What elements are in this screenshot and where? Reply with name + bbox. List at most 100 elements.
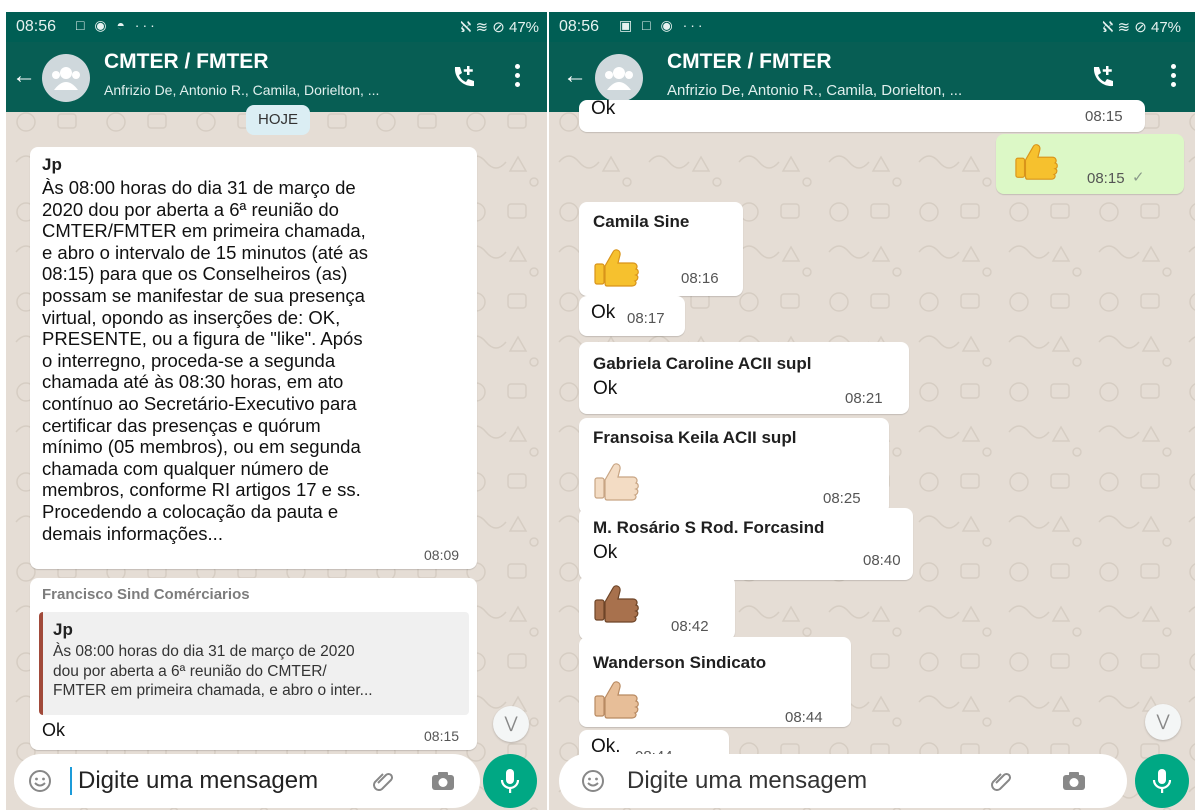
emoji-icon[interactable]: [28, 769, 52, 793]
notification-icons: □ ◉ ◓ ···: [76, 17, 158, 33]
message-line: certificar das presenças e quórum: [42, 414, 321, 436]
chat-header: ← CMTER / FMTER Anfrizio De, Antonio R.,…: [6, 42, 547, 112]
message-line: virtual, opondo as inserções de: OK,: [42, 306, 341, 328]
status-time: 08:56: [559, 18, 600, 35]
message-line: CMTER/FMTER em primeira chamada,: [42, 220, 366, 242]
back-arrow-icon[interactable]: ←: [563, 64, 587, 88]
message-text: Ok: [593, 542, 618, 563]
message-bubble-francisco[interactable]: Francisco Sind Comérciarios Jp Às 08:00 …: [30, 578, 477, 750]
thumbs-up-icon: [1015, 144, 1058, 180]
message-time: 08:21: [845, 390, 883, 407]
message-sender: Gabriela Caroline ACII supl: [593, 354, 812, 373]
sent-tick-icon: ✓: [1132, 169, 1145, 186]
message-time: 08:25: [823, 490, 861, 507]
message-input[interactable]: Digite uma mensagem: [78, 767, 318, 795]
more-options-icon[interactable]: [515, 64, 521, 91]
quoted-line: Às 08:00 horas do dia 31 de março de 202…: [53, 643, 355, 660]
message-bubble[interactable]: 08:42: [579, 576, 735, 640]
date-chip: HOJE: [246, 105, 310, 135]
message-line: demais informações...: [42, 522, 223, 544]
message-line: contínuo ao Secretário-Executivo para: [42, 392, 357, 414]
more-options-icon[interactable]: [1171, 64, 1177, 91]
right-screen: 08:56 ▣ □ ◉ ··· ℵ ≋ ⊘ 47% ← CMTER / FMTE…: [549, 12, 1195, 810]
message-text: Ok: [42, 720, 66, 740]
camera-icon[interactable]: [1061, 769, 1087, 793]
status-bar: 08:56 ▣ □ ◉ ··· ℵ ≋ ⊘ 47%: [549, 12, 1195, 42]
quoted-line: FMTER em primeira chamada, e abro o inte…: [53, 682, 373, 699]
message-line: PRESENTE, ou a figura de "like". Após: [42, 328, 363, 350]
message-line: chamada até às 08:30 horas, em ato: [42, 371, 344, 393]
message-time: 08:17: [627, 310, 665, 327]
message-time: 08:44: [785, 709, 823, 726]
left-screen: 08:56 □ ◉ ◓ ··· ℵ ≋ ⊘ 47% ← CMTER / FMTE…: [6, 12, 547, 810]
message-bubble[interactable]: Gabriela Caroline ACII supl Ok 08:21: [579, 342, 909, 414]
message-bubble[interactable]: Ok 08:17: [579, 296, 685, 336]
message-line: Procedendo a colocação da pauta e: [42, 500, 339, 522]
message-time: 08:15: [1087, 170, 1125, 187]
message-text: Ok: [593, 378, 618, 399]
message-sender: Jp: [42, 155, 62, 174]
message-input-bar[interactable]: Digite uma mensagem: [14, 754, 480, 808]
thumbs-up-icon: [594, 463, 639, 501]
message-text: Ok: [591, 98, 616, 119]
emoji-icon[interactable]: [581, 769, 605, 793]
thumbs-up-icon: [594, 681, 639, 719]
status-bar: 08:56 □ ◉ ◓ ··· ℵ ≋ ⊘ 47%: [6, 12, 547, 42]
message-sender: Francisco Sind Comérciarios: [42, 586, 250, 603]
message-time: 08:40: [863, 552, 901, 569]
message-time: 08:42: [671, 618, 709, 635]
status-right: ℵ ≋ ⊘ 47%: [1102, 19, 1181, 36]
message-line: membros, conforme RI artigos 17 e ss.: [42, 479, 361, 501]
message-time: 08:15: [424, 728, 460, 744]
message-time: 08:15: [1085, 108, 1123, 125]
message-text: Ok: [591, 302, 616, 323]
message-input[interactable]: Digite uma mensagem: [627, 767, 867, 795]
group-avatar-icon[interactable]: [42, 54, 90, 102]
message-line: 08:15) para que os Conselheiros (as): [42, 263, 348, 285]
message-bubble[interactable]: M. Rosário S Rod. Forcasind Ok 08:40: [579, 508, 913, 580]
microphone-button[interactable]: [483, 754, 537, 808]
message-line: possam se manifestar de sua presença: [42, 284, 365, 306]
message-line: 2020 dou por aberta a 6ª reunião do: [42, 198, 339, 220]
message-sender: Camila Sine: [593, 212, 690, 231]
chat-title[interactable]: CMTER / FMTER: [104, 50, 268, 74]
attach-icon[interactable]: [989, 769, 1015, 793]
message-line: Às 08:00 horas do dia 31 de março de: [42, 177, 356, 198]
quoted-message[interactable]: Jp Às 08:00 horas do dia 31 de março de …: [39, 612, 469, 715]
chat-participants[interactable]: Anfrizio De, Antonio R., Camila, Dorielt…: [104, 82, 379, 98]
scroll-down-icon[interactable]: ⋁: [1145, 704, 1181, 740]
camera-icon[interactable]: [430, 769, 456, 793]
chat-title[interactable]: CMTER / FMTER: [667, 50, 831, 74]
attach-icon[interactable]: [372, 769, 396, 793]
message-line: mínimo (05 membros), ou em segunda: [42, 436, 361, 458]
add-call-icon[interactable]: [1089, 64, 1115, 90]
message-input-bar[interactable]: Digite uma mensagem: [559, 754, 1127, 808]
scroll-down-icon[interactable]: ⋁: [493, 706, 529, 742]
status-time: 08:56: [16, 18, 57, 35]
chat-participants[interactable]: Anfrizio De, Antonio R., Camila, Dorielt…: [667, 82, 962, 99]
message-sender: Fransoisa Keila ACII supl: [593, 428, 797, 447]
message-line: chamada com qualquer número de: [42, 457, 329, 479]
add-call-icon[interactable]: [450, 64, 476, 90]
message-sender: M. Rosário S Rod. Forcasind: [593, 518, 825, 537]
microphone-icon: [500, 769, 520, 793]
thumbs-up-icon: [594, 249, 639, 287]
back-arrow-icon[interactable]: ←: [12, 64, 36, 88]
message-line: e abro o intervalo de 15 minutos (até as: [42, 241, 368, 263]
message-line: o interregno, proceda-se a segunda: [42, 349, 336, 371]
message-time: 08:16: [681, 270, 719, 287]
quoted-line: dou por aberta a 6ª reunião do CMTER/: [53, 662, 327, 680]
group-avatar-icon[interactable]: [595, 54, 643, 102]
message-text: Às 08:00 horas do dia 31 de março de 202…: [42, 177, 472, 544]
message-bubble[interactable]: Ok 08:15: [579, 98, 1145, 132]
message-sender: Wanderson Sindicato: [593, 653, 767, 672]
thumbs-up-icon: [594, 585, 639, 623]
text-caret: [70, 767, 72, 795]
message-time: 08:09: [424, 547, 460, 563]
message-bubble-jp[interactable]: Jp Às 08:00 horas do dia 31 de março de …: [30, 147, 477, 569]
microphone-icon: [1152, 769, 1172, 793]
quoted-text: Às 08:00 horas do dia 31 de março de 202…: [53, 642, 463, 701]
microphone-button[interactable]: [1135, 754, 1189, 808]
quoted-sender: Jp: [53, 620, 73, 639]
message-bubble-outgoing[interactable]: 08:15 ✓: [996, 134, 1184, 194]
